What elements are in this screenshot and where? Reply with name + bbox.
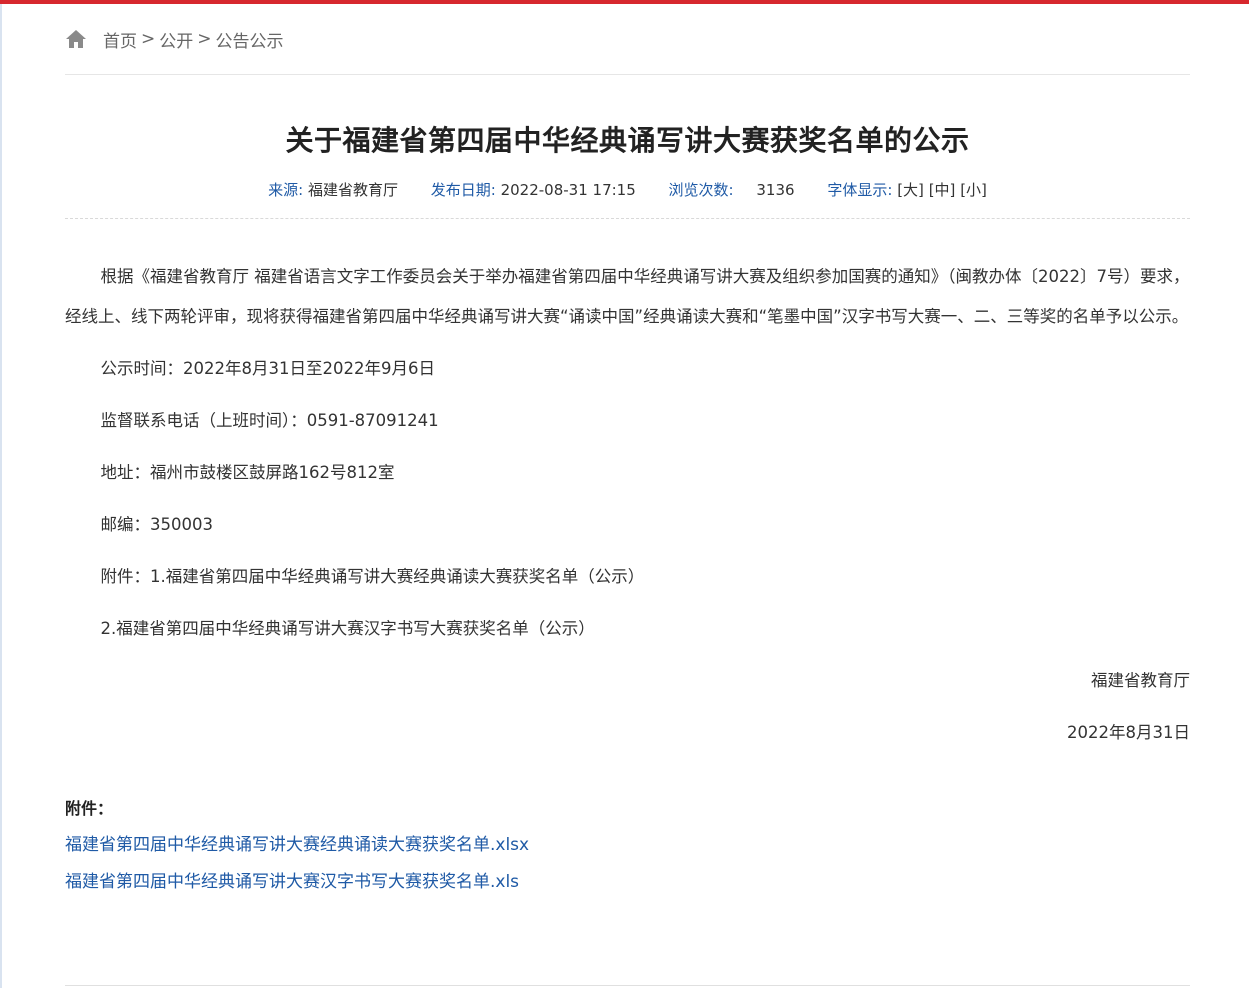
attachments-section: 附件： 福建省第四届中华经典诵写讲大赛经典诵读大赛获奖名单.xlsx 福建省第四… xyxy=(65,791,1190,901)
meta-date-value: 2022-08-31 17:15 xyxy=(500,181,636,199)
body-attachment-2: 2.福建省第四届中华经典诵写讲大赛汉字书写大赛获奖名单（公示） xyxy=(100,619,595,638)
meta-date: 发布日期: 2022-08-31 17:15 xyxy=(431,181,641,199)
font-large-button[interactable]: [大] xyxy=(897,181,924,199)
attachment-link-xls[interactable]: 福建省第四届中华经典诵写讲大赛汉字书写大赛获奖名单.xls xyxy=(65,864,1190,901)
meta-views-label: 浏览次数: xyxy=(668,181,734,199)
breadcrumb-separator: > xyxy=(197,29,212,49)
body-signer: 福建省教育厅 xyxy=(1091,671,1190,690)
home-icon[interactable] xyxy=(65,29,87,49)
font-small-button[interactable]: [小] xyxy=(960,181,987,199)
body-paragraph: 根据《福建省教育厅 福建省语言文字工作委员会关于举办福建省第四届中华经典诵写讲大… xyxy=(65,267,1190,326)
article-body: 根据《福建省教育厅 福建省语言文字工作委员会关于举办福建省第四届中华经典诵写讲大… xyxy=(65,257,1190,753)
meta-font-size: 字体显示: [大] [中] [小] xyxy=(827,181,987,199)
attachment-link-xlsx[interactable]: 福建省第四届中华经典诵写讲大赛经典诵读大赛获奖名单.xlsx xyxy=(65,827,1190,864)
body-period: 公示时间：2022年8月31日至2022年9月6日 xyxy=(100,359,435,378)
body-attachment-1: 附件：1.福建省第四届中华经典诵写讲大赛经典诵读大赛获奖名单（公示） xyxy=(100,567,645,586)
breadcrumb-notice-link[interactable]: 公告公示 xyxy=(216,27,284,52)
body-phone: 监督联系电话（上班时间）：0591-87091241 xyxy=(100,411,439,430)
meta-views-value: 3136 xyxy=(756,181,795,199)
meta-source-value: 福建省教育厅 xyxy=(307,181,398,199)
breadcrumb-separator: > xyxy=(141,29,156,49)
bottom-divider xyxy=(65,985,1190,986)
breadcrumb: 首页 > 公开 > 公告公示 xyxy=(65,4,1190,75)
article-title: 关于福建省第四届中华经典诵写讲大赛获奖名单的公示 xyxy=(285,124,970,157)
body-sign-date: 2022年8月31日 xyxy=(1067,723,1190,742)
meta-source-label: 来源: xyxy=(268,181,304,199)
meta-views: 浏览次数: 3136 xyxy=(669,181,800,199)
main-container: 首页 > 公开 > 公告公示 关于福建省第四届中华经典诵写讲大赛获奖名单的公示 … xyxy=(65,4,1190,901)
meta-font-label: 字体显示: xyxy=(827,181,893,199)
body-postcode: 邮编：350003 xyxy=(100,515,213,534)
body-address: 地址：福州市鼓楼区鼓屏路162号812室 xyxy=(100,463,395,482)
left-edge-line xyxy=(0,4,2,988)
meta-date-label: 发布日期: xyxy=(430,181,496,199)
breadcrumb-home-link[interactable]: 首页 xyxy=(103,27,137,52)
article-meta: 来源: 福建省教育厅 发布日期: 2022-08-31 17:15 浏览次数: … xyxy=(65,179,1190,219)
breadcrumb-public-link[interactable]: 公开 xyxy=(159,27,193,52)
attachments-heading: 附件： xyxy=(65,799,114,818)
font-medium-button[interactable]: [中] xyxy=(929,181,956,199)
meta-source: 来源: 福建省教育厅 xyxy=(268,181,403,199)
